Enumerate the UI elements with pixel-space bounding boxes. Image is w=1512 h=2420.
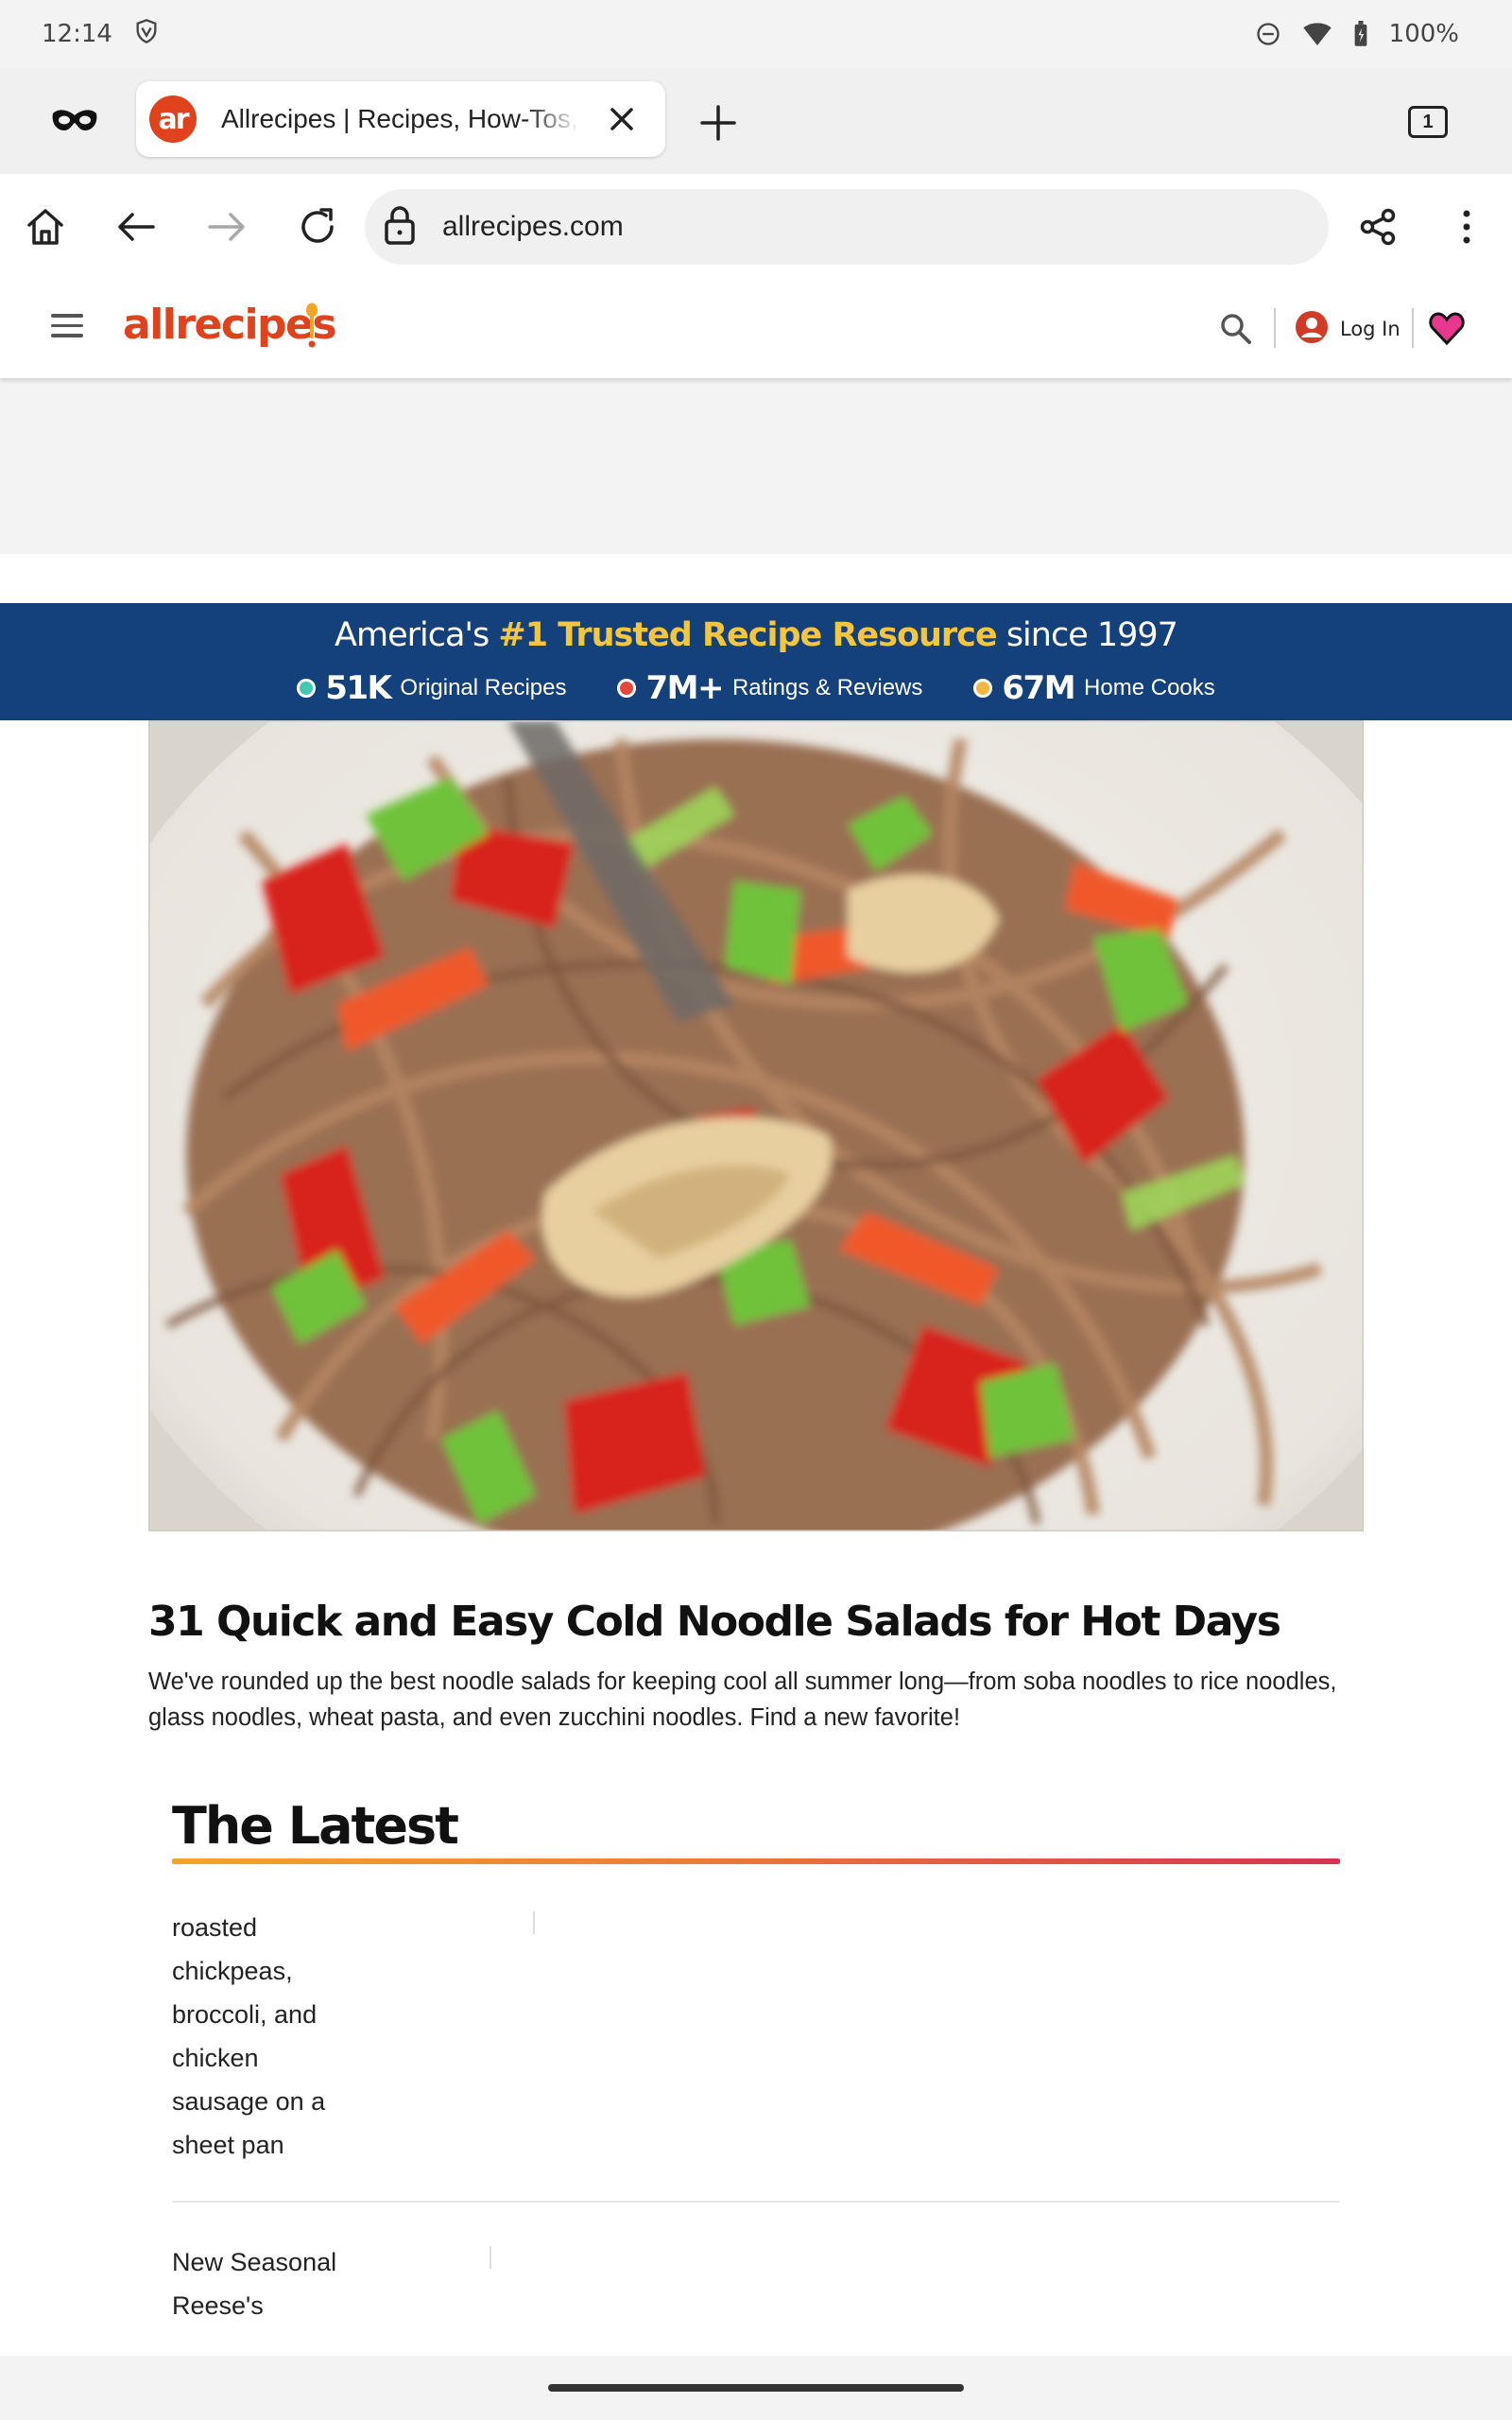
trust-highlight: #1 Trusted Recipe Resource: [498, 616, 997, 654]
yellow-dot-icon: [973, 679, 993, 698]
trust-prefix: America's: [335, 616, 490, 654]
stat-number: 51K: [325, 669, 392, 707]
browser-toolbar: allrecipes.com: [0, 174, 1512, 280]
trust-suffix: since 1997: [1005, 616, 1178, 654]
site-favicon: ar: [149, 95, 197, 143]
login-label: Log In: [1340, 318, 1400, 340]
status-bar: 12:14 100%: [0, 0, 1512, 68]
stat-label: Home Cooks: [1084, 675, 1215, 700]
tab-strip: ar Allrecipes | Recipes, How-Tos, Videos…: [0, 68, 1512, 174]
latest-item-line: chickpeas,: [172, 1957, 293, 1985]
vpn-shield-icon: [133, 18, 160, 51]
article-title[interactable]: 31 Quick and Easy Cold Noodle Salads for…: [148, 1598, 1377, 1646]
battery-percent: 100%: [1388, 20, 1459, 48]
latest-gradient-rule: [172, 1858, 1340, 1864]
share-icon[interactable]: [1357, 206, 1399, 248]
favorites-heart-icon[interactable]: [1429, 310, 1465, 346]
url-text: allrecipes.com: [442, 211, 624, 242]
latest-item-line: roasted: [172, 1913, 258, 1942]
article-description: We've rounded up the best noodle salads …: [148, 1668, 1337, 1731]
stat-label: Ratings & Reviews: [731, 675, 923, 700]
teal-dot-icon: [297, 679, 317, 698]
latest-item-line: sheet pan: [172, 2131, 284, 2159]
new-tab-plus-icon[interactable]: [699, 104, 737, 142]
hero-image-noodle-salad[interactable]: [148, 720, 1364, 1531]
site-header: allrecipes Log In: [0, 280, 1512, 378]
more-menu-icon[interactable]: [1446, 206, 1487, 248]
lock-icon: [384, 205, 416, 250]
trust-banner: America's #1 Trusted Recipe Resource sin…: [0, 603, 1512, 720]
stat-original-recipes: 51K Original Recipes: [297, 669, 566, 707]
do-not-disturb-icon: [1255, 21, 1281, 47]
forward-arrow-icon[interactable]: [206, 206, 248, 248]
tab-title: Allrecipes | Recipes, How-Tos, Videos an…: [221, 104, 580, 133]
login-button[interactable]: Log In: [1295, 310, 1400, 348]
header-divider: [1274, 308, 1276, 348]
search-icon[interactable]: [1219, 312, 1253, 346]
tab-switcher-button[interactable]: 1: [1408, 106, 1448, 138]
incognito-icon[interactable]: [49, 102, 100, 140]
latest-item-image[interactable]: [490, 2246, 491, 2269]
stat-home-cooks: 67M Home Cooks: [973, 669, 1215, 707]
latest-section-heading: The Latest: [172, 1796, 459, 1856]
latest-item-image[interactable]: [533, 1911, 535, 1934]
trust-headline: America's #1 Trusted Recipe Resource sin…: [0, 616, 1512, 654]
browser-tab[interactable]: ar Allrecipes | Recipes, How-Tos, Videos…: [136, 81, 665, 157]
latest-item-line: broccoli, and: [172, 2000, 318, 2029]
stat-number: 67M: [1002, 669, 1075, 707]
user-avatar-icon: [1295, 310, 1329, 349]
battery-icon: [1353, 21, 1368, 47]
reload-icon[interactable]: [297, 206, 338, 248]
stat-ratings-reviews: 7M+ Ratings & Reviews: [617, 669, 922, 707]
latest-list-item[interactable]: New Seasonal Reese's: [172, 2240, 336, 2327]
url-bar[interactable]: allrecipes.com: [365, 189, 1329, 265]
latest-list-item[interactable]: roasted chickpeas, broccoli, and chicken…: [172, 1906, 325, 2167]
back-arrow-icon[interactable]: [115, 206, 157, 248]
system-nav-bar: [0, 2356, 1512, 2420]
stat-number: 7M+: [645, 669, 724, 707]
close-tab-icon[interactable]: [607, 104, 637, 134]
stats-row: 51K Original Recipes 7M+ Ratings & Revie…: [0, 669, 1512, 707]
red-dot-icon: [617, 679, 637, 698]
latest-item-line: chicken: [172, 2044, 259, 2072]
status-time: 12:14: [42, 20, 112, 48]
latest-item-line: New Seasonal: [172, 2248, 337, 2276]
latest-item-line: sausage on a: [172, 2087, 326, 2116]
home-icon[interactable]: [25, 206, 66, 248]
latest-item-line: Reese's: [172, 2291, 264, 2320]
stat-label: Original Recipes: [400, 675, 567, 700]
header-divider: [1412, 308, 1414, 348]
home-gesture-handle[interactable]: [548, 2384, 964, 2392]
hamburger-menu-icon[interactable]: [51, 314, 83, 340]
ad-placeholder: [0, 378, 1512, 554]
logo-spoon-icon: [306, 302, 318, 348]
list-divider: [172, 2201, 1340, 2203]
wifi-icon: [1302, 21, 1332, 47]
